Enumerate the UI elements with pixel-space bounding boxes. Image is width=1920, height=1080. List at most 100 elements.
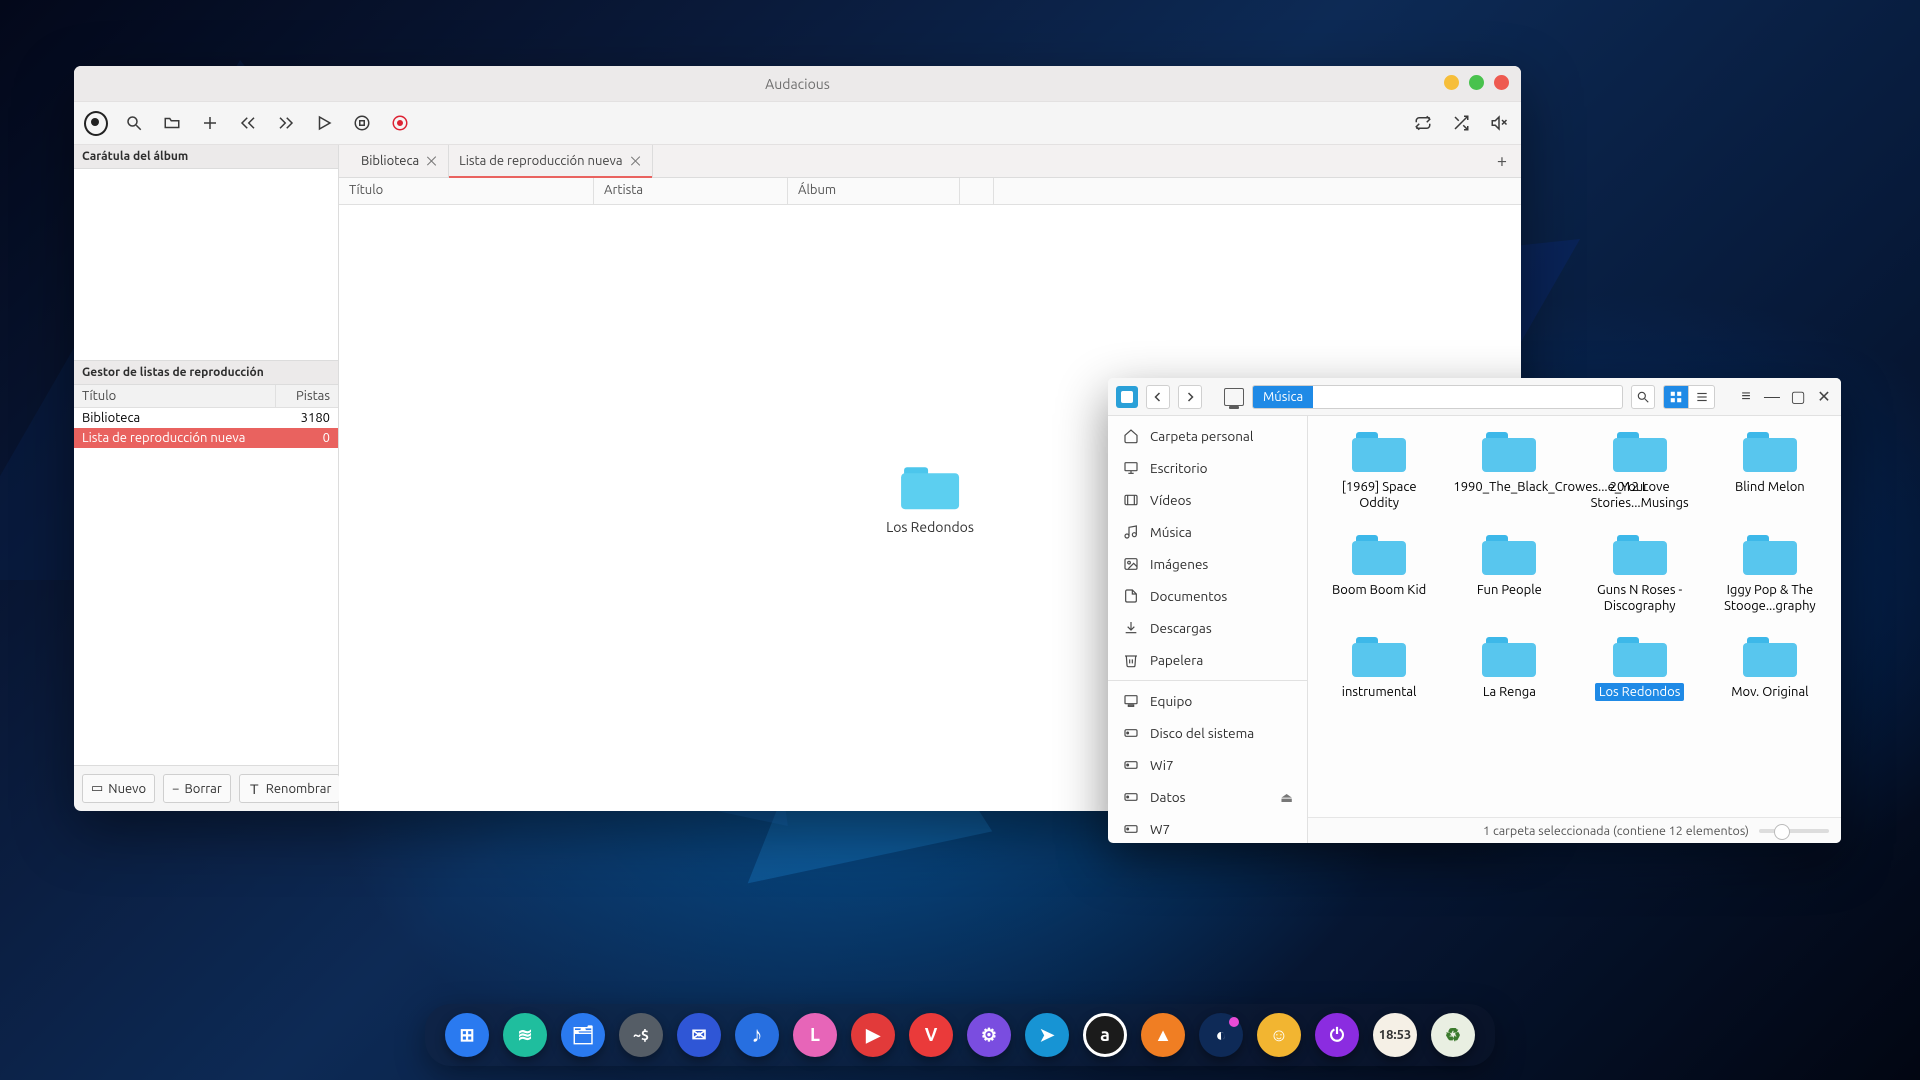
folder-label: Guns N Roses - Discography bbox=[1580, 581, 1700, 616]
window-minimize-button[interactable] bbox=[1444, 75, 1459, 90]
delete-playlist-button[interactable]: − Borrar bbox=[163, 774, 231, 803]
media-play-icon[interactable]: ▶ bbox=[851, 1013, 895, 1057]
folder-icon bbox=[1482, 637, 1536, 677]
folder-item[interactable]: 2012 Love Stories...Musings bbox=[1580, 432, 1700, 513]
folder-item[interactable]: Fun People bbox=[1449, 535, 1569, 616]
sidebar-item-trash[interactable]: Papelera bbox=[1108, 644, 1307, 676]
sidebar-item-images[interactable]: Imágenes bbox=[1108, 548, 1307, 580]
folder-item[interactable]: Blind Melon bbox=[1710, 432, 1830, 513]
tab-label: Biblioteca bbox=[361, 154, 419, 168]
add-tab-button[interactable]: + bbox=[1483, 151, 1521, 171]
playlist-row-count: 3180 bbox=[276, 411, 330, 425]
folder-label: Boom Boom Kid bbox=[1328, 581, 1430, 599]
folder-label: Iggy Pop & The Stooge...graphy bbox=[1710, 581, 1830, 616]
sidebar-item-downloads[interactable]: Descargas bbox=[1108, 612, 1307, 644]
play-icon[interactable] bbox=[312, 111, 336, 135]
skip-forward-icon[interactable] bbox=[274, 111, 298, 135]
tab-label: Lista de reproducción nueva bbox=[459, 154, 622, 168]
folder-item[interactable]: 1990_The_Black_Crowes...e_Your bbox=[1449, 432, 1569, 513]
mail-icon[interactable]: ✉ bbox=[677, 1013, 721, 1057]
playlist-tab[interactable]: Biblioteca bbox=[351, 145, 449, 177]
globe-icon[interactable]: ◐ bbox=[1199, 1013, 1243, 1057]
sidebar-device[interactable]: Wi7 bbox=[1108, 749, 1307, 781]
trash-icon[interactable]: ♻ bbox=[1431, 1013, 1475, 1057]
path-segment-music[interactable]: Música bbox=[1253, 386, 1313, 408]
sidebar-item-documents[interactable]: Documentos bbox=[1108, 580, 1307, 612]
eject-icon[interactable]: ▲ bbox=[1141, 1013, 1185, 1057]
playlist-row[interactable]: Biblioteca3180 bbox=[74, 408, 338, 428]
sidebar-item-videos[interactable]: Vídeos bbox=[1108, 484, 1307, 516]
app-logo-icon[interactable] bbox=[84, 111, 108, 135]
new-playlist-button[interactable]: ▭ Nuevo bbox=[82, 774, 155, 803]
playlist-tab[interactable]: Lista de reproducción nueva bbox=[449, 145, 652, 177]
path-bar[interactable]: Música bbox=[1252, 385, 1623, 409]
folder-item[interactable]: Los Redondos bbox=[1580, 637, 1700, 701]
close-tab-icon[interactable] bbox=[426, 155, 438, 167]
sidebar-device[interactable]: Equipo bbox=[1108, 685, 1307, 717]
sidebar-item-label: Imágenes bbox=[1150, 556, 1208, 572]
playlist-col-tracks: Pistas bbox=[276, 385, 338, 407]
audacious-app-icon[interactable]: a bbox=[1083, 1013, 1127, 1057]
letter-v-icon[interactable]: V bbox=[909, 1013, 953, 1057]
sidebar-device[interactable]: W7 bbox=[1108, 813, 1307, 843]
list-view-button[interactable] bbox=[1689, 385, 1715, 409]
audacious-titlebar[interactable]: Audacious bbox=[74, 66, 1521, 101]
eject-icon[interactable]: ⏏ bbox=[1280, 789, 1293, 806]
search-button[interactable] bbox=[1631, 385, 1655, 409]
folder-label: Fun People bbox=[1473, 581, 1546, 599]
rename-playlist-button[interactable]: Ｔ Renombrar bbox=[239, 774, 341, 803]
minus-icon: − bbox=[172, 782, 179, 796]
track-columns[interactable]: Título Artista Álbum bbox=[339, 178, 1521, 205]
search-icon[interactable] bbox=[122, 111, 146, 135]
clock-icon[interactable]: 18:53 bbox=[1373, 1013, 1417, 1057]
window-maximize-button[interactable]: ▢ bbox=[1789, 388, 1807, 406]
wave-icon[interactable]: ≋ bbox=[503, 1013, 547, 1057]
music-icon bbox=[1122, 523, 1140, 541]
settings-gear-icon[interactable]: ⚙ bbox=[967, 1013, 1011, 1057]
device-icon[interactable] bbox=[1224, 388, 1244, 406]
files-icon[interactable]: 🗂 bbox=[561, 1013, 605, 1057]
folder-item[interactable]: Iggy Pop & The Stooge...graphy bbox=[1710, 535, 1830, 616]
open-folder-icon[interactable] bbox=[160, 111, 184, 135]
playlist-row[interactable]: Lista de reproducción nueva0 bbox=[74, 428, 338, 448]
grid-view-button[interactable] bbox=[1663, 385, 1689, 409]
folder-item[interactable]: Boom Boom Kid bbox=[1319, 535, 1439, 616]
window-close-button[interactable] bbox=[1494, 75, 1509, 90]
sidebar-item-home[interactable]: Carpeta personal bbox=[1108, 420, 1307, 452]
folder-item[interactable]: La Renga bbox=[1449, 637, 1569, 701]
sidebar-device[interactable]: Datos⏏ bbox=[1108, 781, 1307, 813]
add-icon[interactable] bbox=[198, 111, 222, 135]
letter-l-icon[interactable]: L bbox=[793, 1013, 837, 1057]
desktop-icon bbox=[1122, 459, 1140, 477]
chat-icon[interactable]: ☺ bbox=[1257, 1013, 1301, 1057]
music-note-icon[interactable]: ♪ bbox=[735, 1013, 779, 1057]
record-icon[interactable] bbox=[388, 111, 412, 135]
repeat-icon[interactable] bbox=[1411, 111, 1435, 135]
volume-mute-icon[interactable] bbox=[1487, 111, 1511, 135]
telegram-icon[interactable]: ➤ bbox=[1025, 1013, 1069, 1057]
shuffle-icon[interactable] bbox=[1449, 111, 1473, 135]
window-maximize-button[interactable] bbox=[1469, 75, 1484, 90]
close-tab-icon[interactable] bbox=[630, 155, 642, 167]
hamburger-menu-button[interactable]: ≡ bbox=[1737, 388, 1755, 406]
sidebar-item-label: W7 bbox=[1150, 821, 1170, 837]
apps-grid-icon[interactable]: ⊞ bbox=[445, 1013, 489, 1057]
window-minimize-button[interactable]: — bbox=[1763, 388, 1781, 406]
sidebar-item-music[interactable]: Música bbox=[1108, 516, 1307, 548]
folder-item[interactable]: Guns N Roses - Discography bbox=[1580, 535, 1700, 616]
sidebar-item-desktop[interactable]: Escritorio bbox=[1108, 452, 1307, 484]
playlist-column-header[interactable]: Título Pistas bbox=[74, 385, 338, 408]
files-grid[interactable]: [1969] Space Oddity1990_The_Black_Crowes… bbox=[1308, 416, 1841, 843]
window-close-button[interactable]: ✕ bbox=[1815, 388, 1833, 406]
folder-item[interactable]: [1969] Space Oddity bbox=[1319, 432, 1439, 513]
folder-item[interactable]: Mov. Original bbox=[1710, 637, 1830, 701]
sidebar-device[interactable]: Disco del sistema bbox=[1108, 717, 1307, 749]
power-icon[interactable]: ⏻ bbox=[1315, 1013, 1359, 1057]
nav-forward-button[interactable] bbox=[1178, 385, 1202, 409]
stop-icon[interactable] bbox=[350, 111, 374, 135]
nav-back-button[interactable] bbox=[1146, 385, 1170, 409]
terminal-icon[interactable]: ~$ bbox=[619, 1013, 663, 1057]
folder-item[interactable]: instrumental bbox=[1319, 637, 1439, 701]
zoom-slider[interactable] bbox=[1759, 829, 1829, 833]
skip-back-icon[interactable] bbox=[236, 111, 260, 135]
